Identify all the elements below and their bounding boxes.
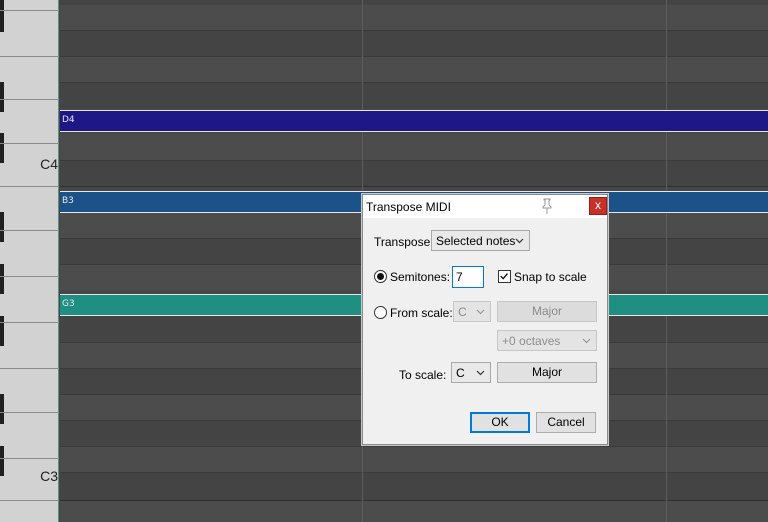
row-divider bbox=[60, 472, 768, 473]
key-divider bbox=[0, 500, 59, 501]
to-key-select[interactable]: C bbox=[451, 362, 491, 383]
row-divider bbox=[60, 82, 768, 83]
transpose-label: Transpose: bbox=[374, 235, 434, 249]
grid-row bbox=[60, 160, 768, 186]
grid-row bbox=[60, 56, 768, 82]
key-divider bbox=[0, 368, 59, 369]
semitones-input[interactable] bbox=[452, 266, 484, 288]
chevron-down-icon bbox=[515, 238, 524, 244]
row-divider bbox=[60, 160, 768, 161]
pin-icon[interactable] bbox=[539, 197, 555, 215]
key-divider bbox=[0, 322, 59, 323]
key-divider bbox=[0, 56, 59, 57]
to-scale-label: To scale: bbox=[399, 368, 447, 382]
key-divider bbox=[0, 99, 59, 100]
grid-row bbox=[60, 500, 768, 522]
grid-row bbox=[60, 134, 768, 160]
transpose-select-value: Selected notes bbox=[436, 234, 516, 248]
black-key[interactable] bbox=[0, 0, 4, 32]
key-divider bbox=[0, 412, 59, 413]
beat-line bbox=[666, 0, 667, 522]
to-mode-button[interactable]: Major bbox=[497, 362, 597, 383]
key-divider bbox=[0, 186, 59, 187]
octave-divider bbox=[60, 500, 768, 501]
cancel-button[interactable]: Cancel bbox=[536, 412, 596, 433]
black-key[interactable] bbox=[0, 82, 4, 112]
key-divider bbox=[0, 458, 59, 459]
grid-row bbox=[60, 446, 768, 472]
octaves-select[interactable]: +0 octaves bbox=[497, 330, 597, 351]
octave-divider bbox=[60, 186, 768, 187]
from-key-value: C bbox=[458, 305, 467, 319]
semitones-label: Semitones: bbox=[390, 270, 451, 284]
snap-to-scale-checkbox[interactable] bbox=[498, 270, 511, 283]
ok-button[interactable]: OK bbox=[470, 412, 530, 433]
black-key[interactable] bbox=[0, 133, 4, 163]
from-mode-button[interactable]: Major bbox=[497, 301, 597, 322]
grid-row bbox=[60, 5, 768, 30]
black-key[interactable] bbox=[0, 212, 4, 242]
grid-row bbox=[60, 82, 768, 108]
row-divider bbox=[60, 56, 768, 57]
key-divider bbox=[0, 143, 59, 144]
piano-keyboard[interactable]: C4 C3 bbox=[0, 0, 59, 522]
row-divider bbox=[60, 446, 768, 447]
transpose-select[interactable]: Selected notes bbox=[431, 230, 530, 251]
close-button[interactable]: x bbox=[589, 197, 607, 215]
transpose-midi-dialog: Transpose MIDI x Transpose: Selected not… bbox=[362, 194, 608, 445]
octave-label-c4: C4 bbox=[40, 156, 58, 172]
dialog-titlebar[interactable]: Transpose MIDI x bbox=[363, 195, 607, 218]
chevron-down-icon bbox=[582, 338, 591, 344]
grid-row bbox=[60, 472, 768, 500]
black-key[interactable] bbox=[0, 264, 4, 294]
octaves-value: +0 octaves bbox=[502, 334, 561, 348]
check-icon bbox=[500, 273, 508, 280]
from-key-select[interactable]: C bbox=[453, 301, 491, 322]
to-key-value: C bbox=[456, 366, 465, 380]
from-scale-label: From scale: bbox=[390, 306, 453, 320]
key-divider bbox=[0, 276, 59, 277]
grid-row bbox=[60, 30, 768, 56]
black-key[interactable] bbox=[0, 394, 4, 424]
black-key[interactable] bbox=[0, 446, 4, 476]
chevron-down-icon bbox=[476, 370, 485, 376]
octave-label-c3: C3 bbox=[40, 468, 58, 484]
midi-note-d4[interactable]: D4 bbox=[60, 110, 768, 132]
row-divider bbox=[60, 30, 768, 31]
from-scale-radio[interactable] bbox=[374, 306, 387, 319]
snap-to-scale-label: Snap to scale bbox=[514, 270, 587, 284]
semitones-radio[interactable] bbox=[374, 270, 387, 283]
dialog-title: Transpose MIDI bbox=[366, 200, 451, 214]
key-divider bbox=[0, 10, 59, 11]
chevron-down-icon bbox=[476, 309, 485, 315]
black-key[interactable] bbox=[0, 316, 4, 346]
key-divider bbox=[0, 230, 59, 231]
